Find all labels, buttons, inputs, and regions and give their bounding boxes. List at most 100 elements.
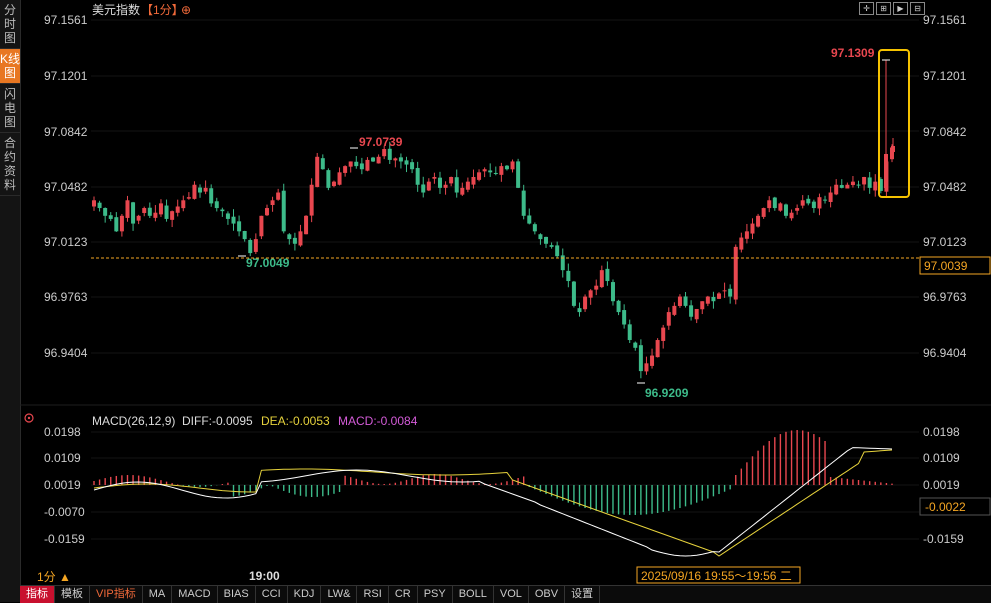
candle-body [761,208,766,217]
candle-body [482,169,487,172]
candle-body [264,208,269,216]
candle-body [538,234,543,240]
tab-bias[interactable]: BIAS [218,586,256,603]
candle-body [811,201,816,209]
tab-indicator[interactable]: 指标 [20,586,55,603]
tab-flash[interactable]: 闪电图 [0,84,20,133]
candle-body [153,212,158,218]
tab-kline[interactable]: K线图 [0,49,20,84]
macd-diff-label: DIFF:-0.0095 [182,414,253,428]
candle-body [348,161,353,167]
price-tick-left: 97.0123 [44,235,88,249]
candle-body [867,177,872,188]
candle-body [248,239,253,254]
candle-body [756,215,761,227]
macd-tick-right: 0.0198 [923,425,960,439]
candle-body [750,223,755,234]
candle-body [817,197,822,209]
grid [91,19,919,354]
candle-body [711,296,716,302]
macd-histogram [93,430,893,515]
candle-body [616,300,621,313]
price-tick-right: 97.1201 [923,69,967,83]
macd-current-label: -0.0022 [925,500,966,514]
crosshair-icon[interactable]: ✛ [859,2,874,15]
candle-body [449,176,454,184]
candle-body [516,161,521,188]
candle-body [677,296,682,306]
annotation-high-1: 97.0739 [359,135,403,149]
candle-body [158,203,163,215]
candle-body [510,161,515,170]
tab-boll[interactable]: BOLL [453,586,494,603]
candle-body [437,177,442,188]
tab-contract-info[interactable]: 合约资料 [0,133,20,196]
candle-body [214,201,219,209]
annotation-low-1: 97.0049 [246,256,290,270]
period-label[interactable]: 【1分】 [141,3,184,17]
candle-body [549,245,554,247]
add-indicator-icon[interactable]: ⊕ [181,3,191,17]
tab-timeshare[interactable]: 分时图 [0,0,20,49]
candle-body [806,198,811,204]
candle-body [354,161,359,167]
tab-obv[interactable]: OBV [529,586,566,603]
candle-body [164,205,169,219]
tab-kdj[interactable]: KDJ [288,586,322,603]
candle-body [622,310,627,325]
candle-body [220,209,225,212]
candle-body [493,172,498,174]
highlight-box [878,49,910,198]
current-price-label: 97.0039 [924,259,968,273]
candle-body [477,172,482,180]
candle-body [583,296,588,310]
tab-psy[interactable]: PSY [418,586,453,603]
candle-body [382,149,387,157]
candle-body [594,285,599,290]
play-icon[interactable]: ▶ [893,2,908,15]
price-tick-right: 97.0123 [923,235,967,249]
candle-body [532,224,537,232]
candle-body [465,181,470,190]
zoom-out-icon[interactable]: ⊟ [910,2,925,15]
tab-settings[interactable]: 设置 [565,586,601,603]
candle-body [828,192,833,202]
candle-body [276,192,281,200]
candle-body [644,363,649,372]
tab-cci[interactable]: CCI [256,586,288,603]
price-tick-left: 97.1201 [44,69,88,83]
tab-vip-indicator[interactable]: VIP指标 [90,586,143,603]
tab-lw[interactable]: LW& [321,586,358,603]
candle-body [292,237,297,244]
tab-rsi[interactable]: RSI [357,586,389,603]
candle-body [376,156,381,164]
tab-vol[interactable]: VOL [494,586,529,603]
price-tick-right: 96.9404 [923,346,967,360]
candle-body [588,290,593,298]
candle-body [610,282,615,302]
macd-tick-right: -0.0159 [923,532,964,546]
annotation-low-2: 96.9209 [645,386,689,400]
candle-body [281,190,286,232]
tab-cr[interactable]: CR [389,586,418,603]
candle-body [415,167,420,185]
tab-ma[interactable]: MA [143,586,173,603]
candles [92,59,895,384]
tab-macd[interactable]: MACD [172,586,218,603]
candle-body [544,236,549,244]
candle-body [856,184,861,186]
zoom-in-icon[interactable]: ⊞ [876,2,891,15]
candle-body [722,290,727,292]
chart-type-sidebar: 分时图 K线图 闪电图 合约资料 [0,0,21,602]
price-tick-left: 97.0842 [44,125,88,139]
kline-chart[interactable]: 美元指数 【1分】 ⊕ 97.0039 97.1561 97.1201 97.0… [20,0,991,602]
candle-body [365,159,370,171]
price-tick-left: 97.1561 [44,13,88,27]
period-toggle[interactable]: 1分 ▲ [37,570,71,584]
candle-body [253,239,258,252]
candle-body [398,157,403,162]
candle-body [778,203,783,211]
tab-template[interactable]: 模板 [55,586,90,603]
candle-body [309,184,314,216]
macd-tick-left: 0.0019 [44,478,81,492]
